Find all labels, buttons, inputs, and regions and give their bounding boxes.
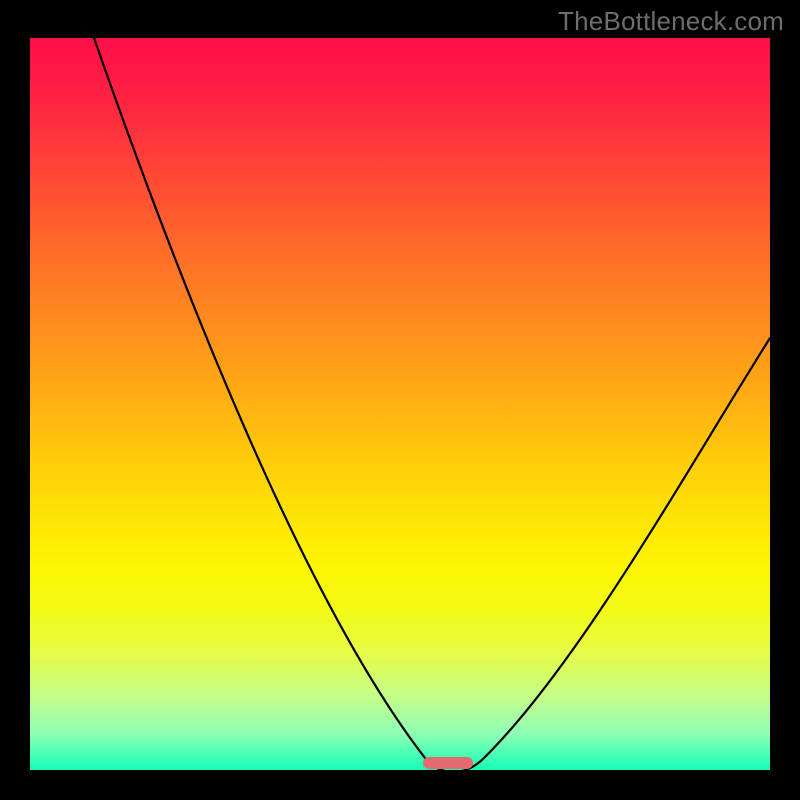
optimal-marker — [423, 757, 473, 769]
bottleneck-curve — [94, 38, 770, 770]
watermark-text: TheBottleneck.com — [558, 6, 784, 37]
curve-svg — [30, 38, 770, 770]
plot-area — [30, 38, 770, 770]
chart-frame: TheBottleneck.com — [0, 0, 800, 800]
